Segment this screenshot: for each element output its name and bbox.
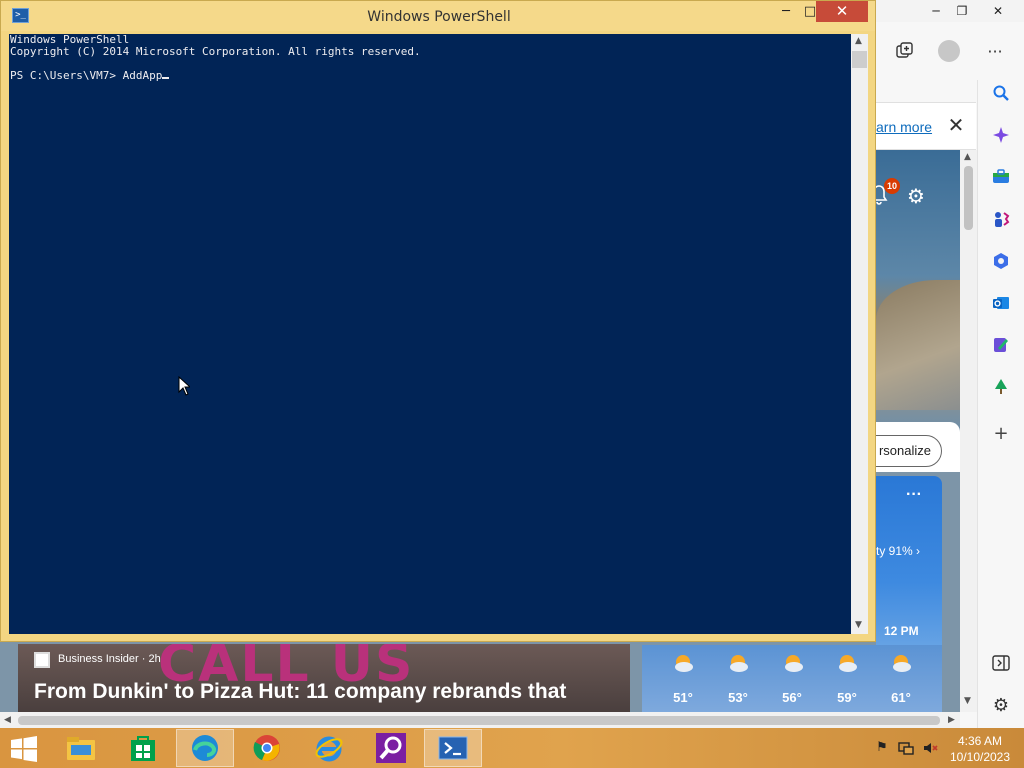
windows-logo-icon [11, 736, 37, 762]
news-image: CALL US [158, 644, 415, 694]
taskbar: ⚑ 4:36 AM 10/10/2023 [0, 728, 1024, 768]
partly-cloudy-icon [675, 655, 693, 672]
news-source: Business Insider · 2h [58, 653, 161, 665]
scroll-left-arrow-icon[interactable]: ◀ [4, 715, 11, 725]
edge-icon [192, 735, 218, 761]
settings-more-button[interactable]: ··· [982, 38, 1008, 64]
console-vertical-scrollbar[interactable]: ▲ ▼ [851, 34, 868, 634]
taskbar-internet-explorer[interactable] [300, 729, 358, 767]
outlook-icon[interactable] [988, 290, 1014, 316]
powershell-window: >_ Windows PowerShell ─ □ ✕ Windows Powe… [0, 0, 876, 642]
page-settings-gear-icon[interactable]: ⚙ [904, 184, 928, 208]
partly-cloudy-icon [785, 655, 803, 672]
edge-toolbar: ··· [876, 22, 1024, 80]
mouse-pointer-icon [178, 376, 190, 396]
scroll-up-arrow-icon[interactable]: ▲ [855, 36, 862, 46]
edge-sidebar: + ⚙ [977, 80, 1024, 728]
powershell-icon [438, 736, 468, 760]
hide-sidebar-icon[interactable] [988, 650, 1014, 676]
volume-muted-icon[interactable] [922, 740, 938, 756]
clock-time[interactable]: 4:36 AM [944, 734, 1016, 748]
edge-close-button[interactable]: ✕ [986, 2, 1010, 20]
start-button[interactable] [10, 736, 38, 762]
news-card[interactable]: CALL US Business Insider · 2h From Dunki… [18, 644, 630, 712]
partly-cloudy-icon [839, 655, 857, 672]
taskbar-store[interactable] [114, 729, 172, 767]
console-output[interactable]: Windows PowerShell Copyright (C) 2014 Mi… [9, 34, 851, 634]
text-cursor [162, 77, 170, 79]
taskbar-chrome[interactable] [238, 729, 296, 767]
taskbar-powershell[interactable] [424, 729, 482, 767]
console-prompt-line[interactable]: PS C:\Users\VM7> AddApp [10, 69, 162, 82]
notification-badge: 10 [884, 178, 900, 194]
console-line: Copyright (C) 2014 Microsoft Corporation… [10, 45, 421, 58]
page-vertical-scrollbar[interactable]: ▲ ▼ [960, 150, 977, 712]
chrome-icon [253, 735, 280, 761]
edge-titlebar: ─ ❐ ✕ [876, 0, 1024, 22]
collections-icon[interactable] [892, 38, 918, 64]
weather-humidity[interactable]: ty 91% › [876, 544, 920, 558]
scrollbar-thumb[interactable] [852, 51, 867, 68]
hero-hill-image [876, 280, 960, 410]
forecast-temp: 59° [837, 690, 857, 705]
scroll-down-arrow-icon[interactable]: ▼ [855, 620, 862, 630]
close-button[interactable]: ✕ [816, 1, 868, 22]
shopping-icon[interactable] [988, 164, 1014, 190]
sidebar-settings-gear-icon[interactable]: ⚙ [988, 692, 1014, 718]
learn-more-link[interactable]: arn more [876, 119, 932, 135]
add-sidebar-app-icon[interactable]: + [988, 420, 1014, 446]
forecast-time-label: 12 PM [884, 624, 919, 638]
profile-avatar[interactable] [936, 38, 962, 64]
clock-date[interactable]: 10/10/2023 [944, 750, 1016, 764]
partly-cloudy-icon [893, 655, 911, 672]
forecast-temp: 56° [782, 690, 802, 705]
edge-restore-button[interactable]: ❐ [950, 2, 974, 20]
scroll-up-arrow-icon[interactable]: ▲ [964, 152, 971, 162]
news-source-logo-icon [34, 652, 50, 668]
infobar: arn more ✕ [876, 102, 976, 150]
copilot-sparkle-icon[interactable] [988, 122, 1014, 148]
network-icon[interactable] [898, 740, 914, 756]
action-center-flag-icon[interactable]: ⚑ [874, 740, 890, 756]
scroll-down-arrow-icon[interactable]: ▼ [964, 696, 971, 706]
games-icon[interactable] [988, 206, 1014, 232]
page-horizontal-scrollbar[interactable]: ◀ ▶ [0, 712, 960, 728]
designer-icon[interactable] [988, 332, 1014, 358]
forecast-temp: 53° [728, 690, 748, 705]
edge-minimize-button[interactable]: ─ [924, 2, 948, 20]
forecast-temp: 61° [891, 690, 911, 705]
news-headline[interactable]: From Dunkin' to Pizza Hut: 11 company re… [34, 680, 566, 704]
taskbar-file-explorer[interactable] [52, 729, 110, 767]
store-icon [131, 736, 155, 761]
scrollbar-thumb[interactable] [18, 716, 940, 725]
infobar-close-button[interactable]: ✕ [944, 113, 968, 137]
magnifier-icon [376, 733, 406, 763]
internet-explorer-icon [315, 736, 343, 762]
folder-icon [67, 737, 95, 760]
weather-more-button[interactable]: ··· [906, 486, 922, 504]
minimize-button[interactable]: ─ [775, 1, 797, 22]
tree-icon[interactable] [988, 374, 1014, 400]
taskbar-edge[interactable] [176, 729, 234, 767]
scrollbar-thumb[interactable] [964, 166, 973, 230]
microsoft-365-icon[interactable] [988, 248, 1014, 274]
powershell-titlebar[interactable]: >_ Windows PowerShell ─ □ ✕ [1, 1, 875, 31]
avatar-icon [938, 40, 960, 62]
scroll-right-arrow-icon[interactable]: ▶ [948, 715, 955, 725]
forecast-temp: 51° [673, 690, 693, 705]
taskbar-search-tool[interactable] [362, 729, 420, 767]
search-icon[interactable] [988, 80, 1014, 106]
partly-cloudy-icon [730, 655, 748, 672]
window-title: Windows PowerShell [367, 9, 511, 25]
